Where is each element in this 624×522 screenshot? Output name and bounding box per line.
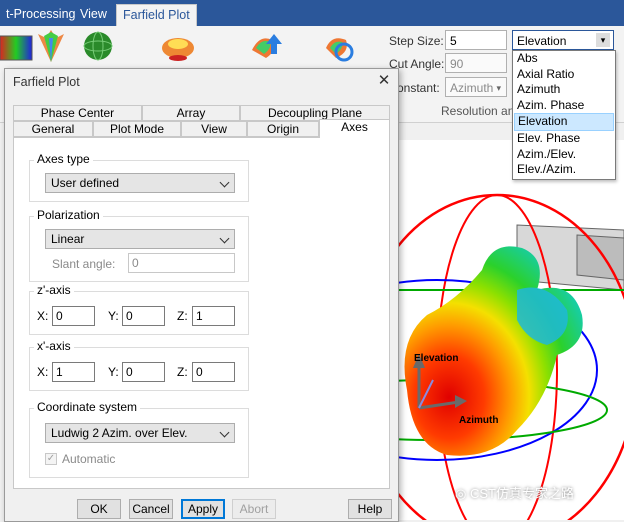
automatic-label: Automatic: [62, 452, 116, 466]
x-axis-y-label: Y:: [108, 365, 119, 379]
tab-array[interactable]: Array: [142, 105, 240, 121]
plot-type-3d-icon[interactable]: [34, 28, 68, 62]
z-axis-z-input[interactable]: 1: [192, 306, 235, 326]
option-elev-azim[interactable]: Elev./Azim.: [513, 162, 615, 178]
plot-type-2d-icon[interactable]: [0, 30, 34, 64]
coordinate-system-select[interactable]: Ludwig 2 Azim. over Elev.: [45, 423, 235, 443]
tab-axes[interactable]: Axes: [319, 119, 390, 138]
dialog-title: Farfield Plot: [13, 75, 80, 89]
plot-mode-select[interactable]: Elevation ▾: [512, 30, 614, 50]
ok-button[interactable]: OK: [77, 499, 121, 519]
x-axis-x-label: X:: [37, 365, 49, 379]
polarization-label: Polarization: [34, 208, 103, 222]
x-axis-group: x'-axis X: 1 Y: 0 Z: 0: [29, 339, 249, 391]
coordinate-system-group: Coordinate system Ludwig 2 Azim. over El…: [29, 400, 249, 478]
tab-origin[interactable]: Origin: [247, 121, 319, 137]
chevron-down-icon: ▾: [596, 33, 610, 47]
axes-tab-panel: Axes type User defined Polarization Line…: [13, 137, 390, 489]
option-azim-elev[interactable]: Azim./Elev.: [513, 147, 615, 163]
tab-farfield-plot[interactable]: Farfield Plot: [116, 4, 197, 27]
slant-angle-input[interactable]: 0: [128, 253, 235, 273]
axes-type-value: User defined: [51, 176, 120, 190]
watermark-text: CST仿真专家之路: [469, 486, 574, 501]
option-azim-phase[interactable]: Azim. Phase: [513, 98, 615, 114]
constant-select[interactable]: Azimuth ▾: [445, 77, 507, 97]
z-axis-y-input[interactable]: 0: [122, 306, 165, 326]
axes-type-group: Axes type User defined: [29, 152, 249, 202]
z-axis-z-label: Z:: [177, 309, 188, 323]
chevron-down-icon: [219, 427, 230, 438]
chevron-down-icon: [219, 233, 230, 244]
z-axis-label: z'-axis: [34, 283, 74, 297]
x-axis-z-input[interactable]: 0: [192, 362, 235, 382]
cancel-button[interactable]: Cancel: [129, 499, 173, 519]
step-size-label: Step Size:: [389, 34, 444, 48]
abort-button[interactable]: Abort: [232, 499, 276, 519]
tab-view[interactable]: View: [74, 4, 113, 26]
3d-viewport[interactable]: Elevation Azimuth ◎ CST仿真专家之路: [397, 140, 624, 520]
tab-phase-center[interactable]: Phase Center: [13, 105, 142, 121]
option-azimuth[interactable]: Azimuth: [513, 82, 615, 98]
polarization-group: Polarization Linear Slant angle: 0: [29, 208, 249, 282]
chevron-down-icon: ▾: [496, 83, 501, 93]
azimuth-axis-label: Azimuth: [459, 415, 499, 426]
axes-type-select[interactable]: User defined: [45, 173, 235, 193]
option-abs[interactable]: Abs: [513, 51, 615, 67]
automatic-checkbox[interactable]: ✓: [45, 453, 57, 465]
coordinate-system-value: Ludwig 2 Azim. over Elev.: [51, 426, 188, 440]
step-size-input[interactable]: 5: [445, 30, 507, 50]
z-axis-x-label: X:: [37, 309, 49, 323]
chevron-down-icon: [219, 177, 230, 188]
coordinate-system-label: Coordinate system: [34, 400, 141, 414]
farfield-plot-dialog: Farfield Plot ✕ Phase Center Array Decou…: [4, 68, 399, 522]
watermark: ◎ CST仿真专家之路: [455, 483, 574, 502]
z-axis-group: z'-axis X: 0 Y: 0 Z: 1: [29, 283, 249, 335]
option-axial-ratio[interactable]: Axial Ratio: [513, 67, 615, 83]
x-axis-y-input[interactable]: 0: [122, 362, 165, 382]
elevation-axis-label: Elevation: [414, 353, 459, 364]
cut-angle-input[interactable]: 90: [445, 53, 507, 73]
x-axis-x-input[interactable]: 1: [52, 362, 95, 382]
ribbon-tab-bar: t-Processing View Farfield Plot: [0, 0, 624, 27]
sphere-icon[interactable]: [82, 30, 116, 64]
tab-plot-mode[interactable]: Plot Mode: [93, 121, 181, 137]
tab-view[interactable]: View: [181, 121, 247, 137]
constant-value: Azimuth: [450, 81, 494, 95]
axes-type-label: Axes type: [34, 152, 93, 166]
farfield-3d-render: [397, 140, 624, 520]
export-up-icon[interactable]: [250, 30, 284, 64]
plot-mode-dropdown-list: Abs Axial Ratio Azimuth Azim. Phase Elev…: [512, 50, 616, 180]
farfield-shape-icon[interactable]: [160, 32, 194, 66]
option-elev-phase[interactable]: Elev. Phase: [513, 131, 615, 147]
close-icon[interactable]: ✕: [374, 71, 394, 91]
resolution-group-label: Resolution and: [441, 104, 522, 118]
x-axis-z-label: Z:: [177, 365, 188, 379]
tab-general[interactable]: General: [13, 121, 93, 137]
plot-mode-value: Elevation: [517, 34, 567, 48]
z-axis-x-input[interactable]: 0: [52, 306, 95, 326]
polarization-value: Linear: [51, 232, 85, 246]
option-elevation[interactable]: Elevation: [514, 113, 614, 131]
rotate-plot-icon[interactable]: [322, 30, 356, 64]
slant-angle-label: Slant angle:: [52, 257, 116, 271]
z-axis-y-label: Y:: [108, 309, 119, 323]
constant-label: onstant:: [397, 81, 440, 95]
wechat-logo-icon: ◎: [455, 486, 467, 501]
tab-post-processing[interactable]: t-Processing: [0, 4, 81, 26]
help-button[interactable]: Help: [348, 499, 392, 519]
x-axis-label: x'-axis: [34, 339, 74, 353]
apply-button[interactable]: Apply: [181, 499, 225, 519]
polarization-select[interactable]: Linear: [45, 229, 235, 249]
